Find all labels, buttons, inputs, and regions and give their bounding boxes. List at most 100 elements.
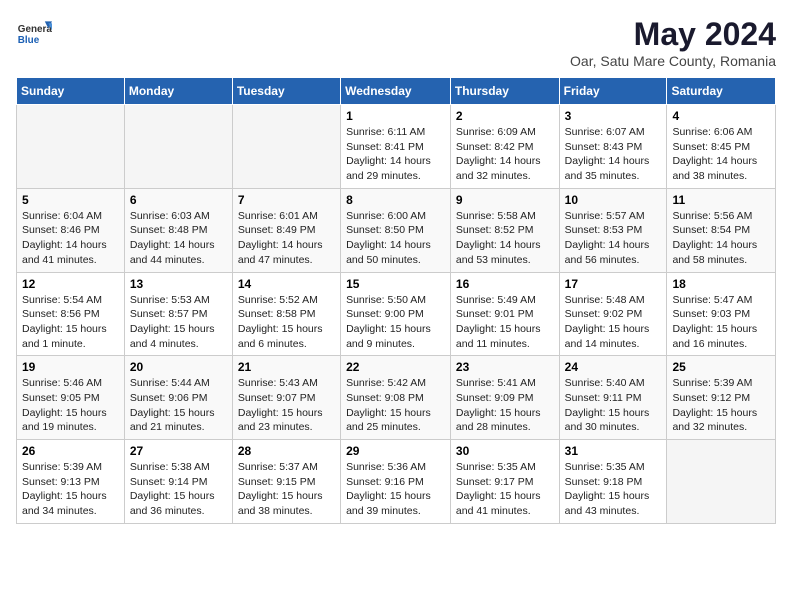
calendar-cell: 25 Sunrise: 5:39 AM Sunset: 9:12 PM Dayli… bbox=[667, 356, 776, 440]
calendar-cell: 14 Sunrise: 5:52 AM Sunset: 8:58 PM Dayli… bbox=[232, 272, 340, 356]
calendar-week-row: 5 Sunrise: 6:04 AM Sunset: 8:46 PM Daylig… bbox=[17, 188, 776, 272]
day-number: 26 bbox=[22, 444, 119, 458]
day-number: 31 bbox=[565, 444, 662, 458]
day-number: 24 bbox=[565, 360, 662, 374]
day-info: Sunrise: 5:58 AM Sunset: 8:52 PM Dayligh… bbox=[456, 209, 554, 268]
day-number: 30 bbox=[456, 444, 554, 458]
day-info: Sunrise: 5:42 AM Sunset: 9:08 PM Dayligh… bbox=[346, 376, 445, 435]
calendar-cell: 27 Sunrise: 5:38 AM Sunset: 9:14 PM Dayli… bbox=[124, 440, 232, 524]
calendar-cell bbox=[17, 105, 125, 189]
svg-text:General: General bbox=[18, 24, 52, 35]
calendar-cell: 9Sunrise: 5:58 AM Sunset: 8:52 PM Daylig… bbox=[450, 188, 559, 272]
svg-text:Blue: Blue bbox=[18, 35, 40, 46]
day-number: 15 bbox=[346, 277, 445, 291]
calendar-cell: 2Sunrise: 6:09 AM Sunset: 8:42 PM Daylig… bbox=[450, 105, 559, 189]
day-info: Sunrise: 5:46 AM Sunset: 9:05 PM Dayligh… bbox=[22, 376, 119, 435]
calendar-cell: 28 Sunrise: 5:37 AM Sunset: 9:15 PM Dayli… bbox=[232, 440, 340, 524]
calendar-cell: 1 Sunrise: 6:11 AM Sunset: 8:41 PM Daylig… bbox=[341, 105, 451, 189]
calendar-table: SundayMondayTuesdayWednesdayThursdayFrid… bbox=[16, 77, 776, 524]
day-of-week-header: Friday bbox=[559, 78, 667, 105]
calendar-cell: 26 Sunrise: 5:39 AM Sunset: 9:13 PM Dayli… bbox=[17, 440, 125, 524]
day-number: 18 bbox=[672, 277, 770, 291]
day-number: 19 bbox=[22, 360, 119, 374]
calendar-week-row: 19 Sunrise: 5:46 AM Sunset: 9:05 PM Dayli… bbox=[17, 356, 776, 440]
day-number: 11 bbox=[672, 193, 770, 207]
day-info: Sunrise: 5:54 AM Sunset: 8:56 PM Dayligh… bbox=[22, 293, 119, 352]
day-info: Sunrise: 5:41 AM Sunset: 9:09 PM Dayligh… bbox=[456, 376, 554, 435]
calendar-header-row: SundayMondayTuesdayWednesdayThursdayFrid… bbox=[17, 78, 776, 105]
calendar-week-row: 26 Sunrise: 5:39 AM Sunset: 9:13 PM Dayli… bbox=[17, 440, 776, 524]
calendar-cell: 5 Sunrise: 6:04 AM Sunset: 8:46 PM Daylig… bbox=[17, 188, 125, 272]
day-number: 1 bbox=[346, 109, 445, 123]
day-number: 27 bbox=[130, 444, 227, 458]
day-info: Sunrise: 6:04 AM Sunset: 8:46 PM Dayligh… bbox=[22, 209, 119, 268]
day-info: Sunrise: 6:01 AM Sunset: 8:49 PM Dayligh… bbox=[238, 209, 335, 268]
calendar-cell: 18Sunrise: 5:47 AM Sunset: 9:03 PM Dayli… bbox=[667, 272, 776, 356]
day-info: Sunrise: 5:36 AM Sunset: 9:16 PM Dayligh… bbox=[346, 460, 445, 519]
day-info: Sunrise: 6:00 AM Sunset: 8:50 PM Dayligh… bbox=[346, 209, 445, 268]
day-number: 14 bbox=[238, 277, 335, 291]
day-info: Sunrise: 5:39 AM Sunset: 9:13 PM Dayligh… bbox=[22, 460, 119, 519]
calendar-cell: 31 Sunrise: 5:35 AM Sunset: 9:18 PM Dayli… bbox=[559, 440, 667, 524]
day-info: Sunrise: 6:03 AM Sunset: 8:48 PM Dayligh… bbox=[130, 209, 227, 268]
calendar-cell: 19 Sunrise: 5:46 AM Sunset: 9:05 PM Dayli… bbox=[17, 356, 125, 440]
day-of-week-header: Tuesday bbox=[232, 78, 340, 105]
day-number: 8 bbox=[346, 193, 445, 207]
page-header: General Blue May 2024 Oar, Satu Mare Cou… bbox=[16, 16, 776, 69]
day-number: 22 bbox=[346, 360, 445, 374]
day-number: 3 bbox=[565, 109, 662, 123]
day-number: 21 bbox=[238, 360, 335, 374]
day-number: 25 bbox=[672, 360, 770, 374]
day-info: Sunrise: 6:07 AM Sunset: 8:43 PM Dayligh… bbox=[565, 125, 662, 184]
day-info: Sunrise: 5:44 AM Sunset: 9:06 PM Dayligh… bbox=[130, 376, 227, 435]
day-info: Sunrise: 5:38 AM Sunset: 9:14 PM Dayligh… bbox=[130, 460, 227, 519]
day-number: 4 bbox=[672, 109, 770, 123]
calendar-cell: 4 Sunrise: 6:06 AM Sunset: 8:45 PM Daylig… bbox=[667, 105, 776, 189]
day-number: 13 bbox=[130, 277, 227, 291]
calendar-cell: 8 Sunrise: 6:00 AM Sunset: 8:50 PM Daylig… bbox=[341, 188, 451, 272]
month-year-title: May 2024 bbox=[570, 16, 776, 53]
day-number: 10 bbox=[565, 193, 662, 207]
day-info: Sunrise: 5:43 AM Sunset: 9:07 PM Dayligh… bbox=[238, 376, 335, 435]
day-number: 6 bbox=[130, 193, 227, 207]
day-info: Sunrise: 5:39 AM Sunset: 9:12 PM Dayligh… bbox=[672, 376, 770, 435]
day-number: 5 bbox=[22, 193, 119, 207]
day-of-week-header: Saturday bbox=[667, 78, 776, 105]
day-number: 20 bbox=[130, 360, 227, 374]
day-info: Sunrise: 5:56 AM Sunset: 8:54 PM Dayligh… bbox=[672, 209, 770, 268]
calendar-cell: 22 Sunrise: 5:42 AM Sunset: 9:08 PM Dayli… bbox=[341, 356, 451, 440]
day-info: Sunrise: 5:49 AM Sunset: 9:01 PM Dayligh… bbox=[456, 293, 554, 352]
calendar-cell: 10 Sunrise: 5:57 AM Sunset: 8:53 PM Dayli… bbox=[559, 188, 667, 272]
calendar-cell: 23 Sunrise: 5:41 AM Sunset: 9:09 PM Dayli… bbox=[450, 356, 559, 440]
calendar-cell bbox=[124, 105, 232, 189]
calendar-cell: 13Sunrise: 5:53 AM Sunset: 8:57 PM Dayli… bbox=[124, 272, 232, 356]
calendar-cell: 11 Sunrise: 5:56 AM Sunset: 8:54 PM Dayli… bbox=[667, 188, 776, 272]
calendar-cell: 29Sunrise: 5:36 AM Sunset: 9:16 PM Dayli… bbox=[341, 440, 451, 524]
calendar-cell: 15Sunrise: 5:50 AM Sunset: 9:00 PM Dayli… bbox=[341, 272, 451, 356]
day-number: 12 bbox=[22, 277, 119, 291]
day-number: 23 bbox=[456, 360, 554, 374]
location-subtitle: Oar, Satu Mare County, Romania bbox=[570, 53, 776, 69]
calendar-cell: 24 Sunrise: 5:40 AM Sunset: 9:11 PM Dayli… bbox=[559, 356, 667, 440]
calendar-cell: 20 Sunrise: 5:44 AM Sunset: 9:06 PM Dayli… bbox=[124, 356, 232, 440]
day-info: Sunrise: 5:57 AM Sunset: 8:53 PM Dayligh… bbox=[565, 209, 662, 268]
day-info: Sunrise: 5:35 AM Sunset: 9:17 PM Dayligh… bbox=[456, 460, 554, 519]
day-info: Sunrise: 6:06 AM Sunset: 8:45 PM Dayligh… bbox=[672, 125, 770, 184]
day-info: Sunrise: 6:11 AM Sunset: 8:41 PM Dayligh… bbox=[346, 125, 445, 184]
calendar-cell: 30 Sunrise: 5:35 AM Sunset: 9:17 PM Dayli… bbox=[450, 440, 559, 524]
calendar-cell: 12 Sunrise: 5:54 AM Sunset: 8:56 PM Dayli… bbox=[17, 272, 125, 356]
logo: General Blue bbox=[16, 16, 52, 52]
calendar-cell: 16Sunrise: 5:49 AM Sunset: 9:01 PM Dayli… bbox=[450, 272, 559, 356]
title-block: May 2024 Oar, Satu Mare County, Romania bbox=[570, 16, 776, 69]
day-number: 28 bbox=[238, 444, 335, 458]
day-number: 7 bbox=[238, 193, 335, 207]
day-info: Sunrise: 5:35 AM Sunset: 9:18 PM Dayligh… bbox=[565, 460, 662, 519]
day-info: Sunrise: 5:52 AM Sunset: 8:58 PM Dayligh… bbox=[238, 293, 335, 352]
day-of-week-header: Wednesday bbox=[341, 78, 451, 105]
day-info: Sunrise: 6:09 AM Sunset: 8:42 PM Dayligh… bbox=[456, 125, 554, 184]
day-info: Sunrise: 5:40 AM Sunset: 9:11 PM Dayligh… bbox=[565, 376, 662, 435]
day-of-week-header: Monday bbox=[124, 78, 232, 105]
day-info: Sunrise: 5:37 AM Sunset: 9:15 PM Dayligh… bbox=[238, 460, 335, 519]
calendar-cell: 7 Sunrise: 6:01 AM Sunset: 8:49 PM Daylig… bbox=[232, 188, 340, 272]
calendar-cell: 17Sunrise: 5:48 AM Sunset: 9:02 PM Dayli… bbox=[559, 272, 667, 356]
